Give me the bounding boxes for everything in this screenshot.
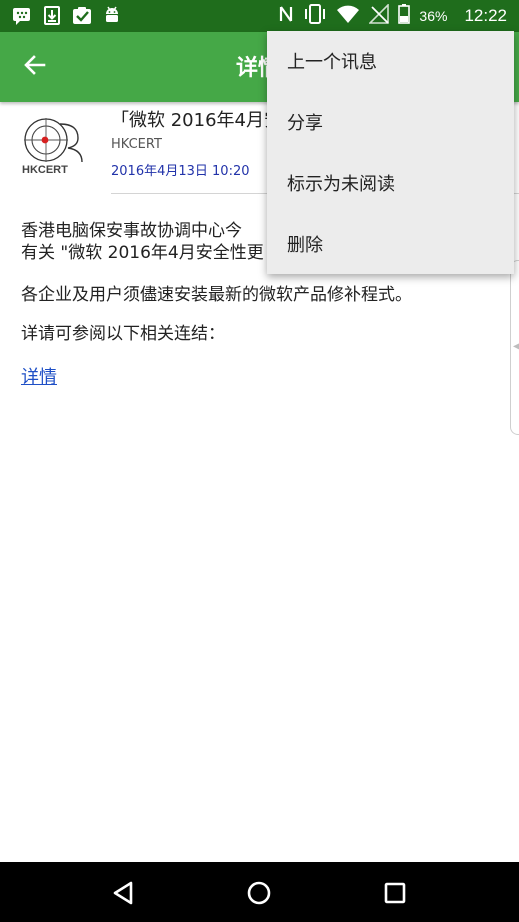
arrow-back-icon (23, 53, 47, 81)
android-debug-icon (102, 4, 122, 26)
overflow-menu: 上一个讯息 分享 标示为未阅读 删除 (267, 31, 514, 274)
recents-square-icon (378, 882, 412, 914)
navigation-bar (0, 862, 519, 922)
nfc-icon (278, 4, 294, 28)
hkcert-logo: HKCERT (20, 114, 92, 176)
battery-icon (398, 4, 411, 28)
nav-recents-button[interactable] (378, 876, 412, 910)
chevron-left-icon: ◀ (513, 341, 519, 352)
vibrate-icon (303, 4, 327, 28)
menu-item-mark-unread[interactable]: 标示为未阅读 (267, 153, 514, 213)
battery-percent: 36% (419, 8, 448, 24)
notification-icons (12, 4, 122, 26)
menu-item-delete[interactable]: 删除 (267, 214, 514, 274)
back-triangle-icon (107, 881, 141, 914)
detail-link[interactable]: 详情 (21, 363, 57, 389)
message-source: HKCERT (111, 137, 162, 152)
clipboard-check-icon (72, 4, 92, 26)
back-button[interactable] (15, 47, 55, 87)
logo-text: HKCERT (22, 164, 68, 176)
status-bar: 36% 12:22 (0, 0, 519, 32)
home-circle-icon (242, 881, 276, 914)
wifi-icon (336, 4, 360, 28)
bbm-chat-icon (12, 4, 32, 26)
body-paragraph-3: 详请可参阅以下相关连结： (21, 324, 225, 344)
clock: 12:22 (464, 6, 507, 25)
message-date: 2016年4月13日 10:20 (111, 164, 250, 179)
menu-item-share[interactable]: 分享 (267, 92, 514, 152)
menu-item-previous-message[interactable]: 上一个讯息 (267, 31, 514, 91)
nav-back-button[interactable] (107, 876, 141, 910)
body-paragraph-2: 各企业及用户须儘速安装最新的微软产品修补程式。 (21, 285, 412, 305)
no-signal-icon (368, 3, 390, 28)
nav-home-button[interactable] (242, 876, 276, 910)
system-status: 36% 12:22 (278, 0, 507, 32)
message-title: 「微软 2016年4月安 (111, 110, 282, 131)
side-drawer-handle[interactable]: ◀ (510, 260, 519, 435)
download-icon (42, 4, 62, 26)
